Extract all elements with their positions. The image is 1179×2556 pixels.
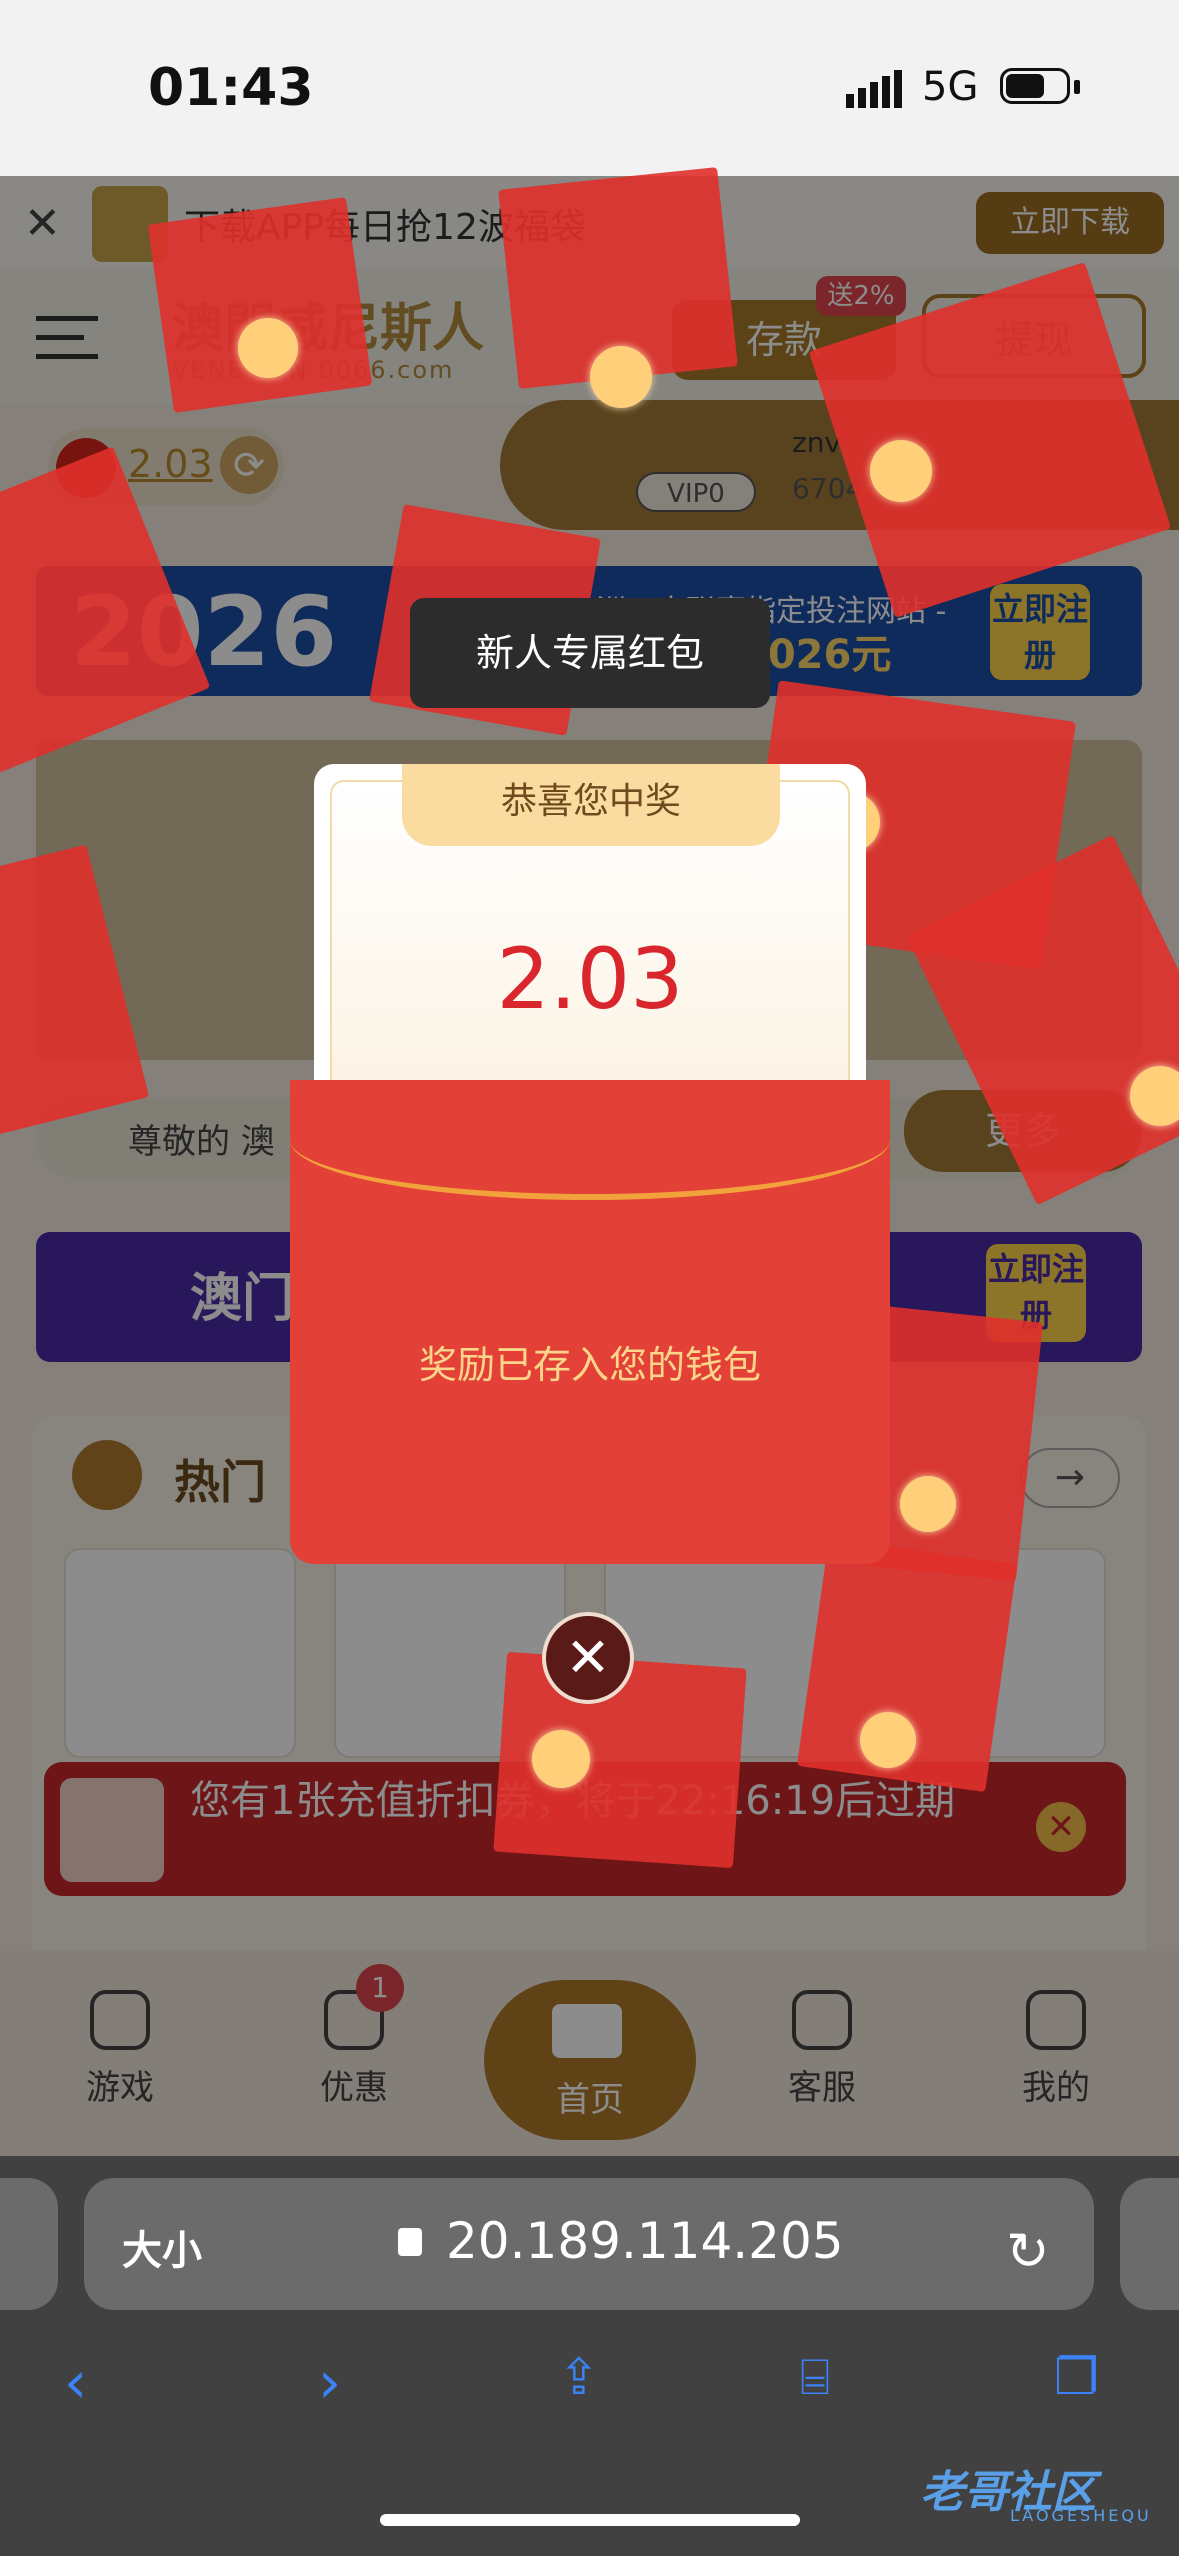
forward-icon[interactable]: › xyxy=(318,2348,341,2416)
prev-tab-edge[interactable] xyxy=(0,2178,58,2310)
reload-icon[interactable]: ↻ xyxy=(1006,2222,1050,2282)
network-label: 5G xyxy=(922,64,979,110)
battery-level xyxy=(1006,74,1044,98)
status-time: 01:43 xyxy=(148,58,314,118)
text-size-button[interactable]: 大小 xyxy=(122,2218,202,2276)
battery-tip xyxy=(1074,80,1080,94)
home-indicator xyxy=(380,2514,800,2526)
bookmarks-icon[interactable]: ⌸ xyxy=(800,2348,830,2407)
modal-title: 新人专属红包 xyxy=(410,598,770,708)
prize-label: 恭喜您中奖 xyxy=(402,764,780,846)
reward-message: 奖励已存入您的钱包 xyxy=(418,1343,761,1387)
modal-close-icon[interactable]: ✕ xyxy=(542,1612,634,1704)
envelope-coin xyxy=(860,1712,916,1768)
envelope-coin xyxy=(870,440,932,502)
share-icon[interactable]: ⇪ xyxy=(558,2348,600,2406)
red-envelope-flap xyxy=(290,1080,890,1200)
signal-icon xyxy=(846,70,902,108)
next-tab-edge[interactable] xyxy=(1120,2178,1179,2310)
falling-envelope xyxy=(147,197,373,413)
envelope-coin xyxy=(532,1730,590,1788)
envelope-coin xyxy=(238,318,298,378)
back-icon[interactable]: ‹ xyxy=(64,2348,87,2416)
envelope-coin xyxy=(900,1476,956,1532)
watermark-sub: LAOGESHEQU xyxy=(1010,2506,1152,2525)
prize-amount: 2.03 xyxy=(496,930,684,1028)
url-text[interactable]: 20.189.114.205 xyxy=(446,2212,844,2270)
envelope-coin xyxy=(590,346,652,408)
lock-icon xyxy=(398,2228,422,2256)
tabs-icon[interactable]: ❐ xyxy=(1054,2348,1099,2406)
